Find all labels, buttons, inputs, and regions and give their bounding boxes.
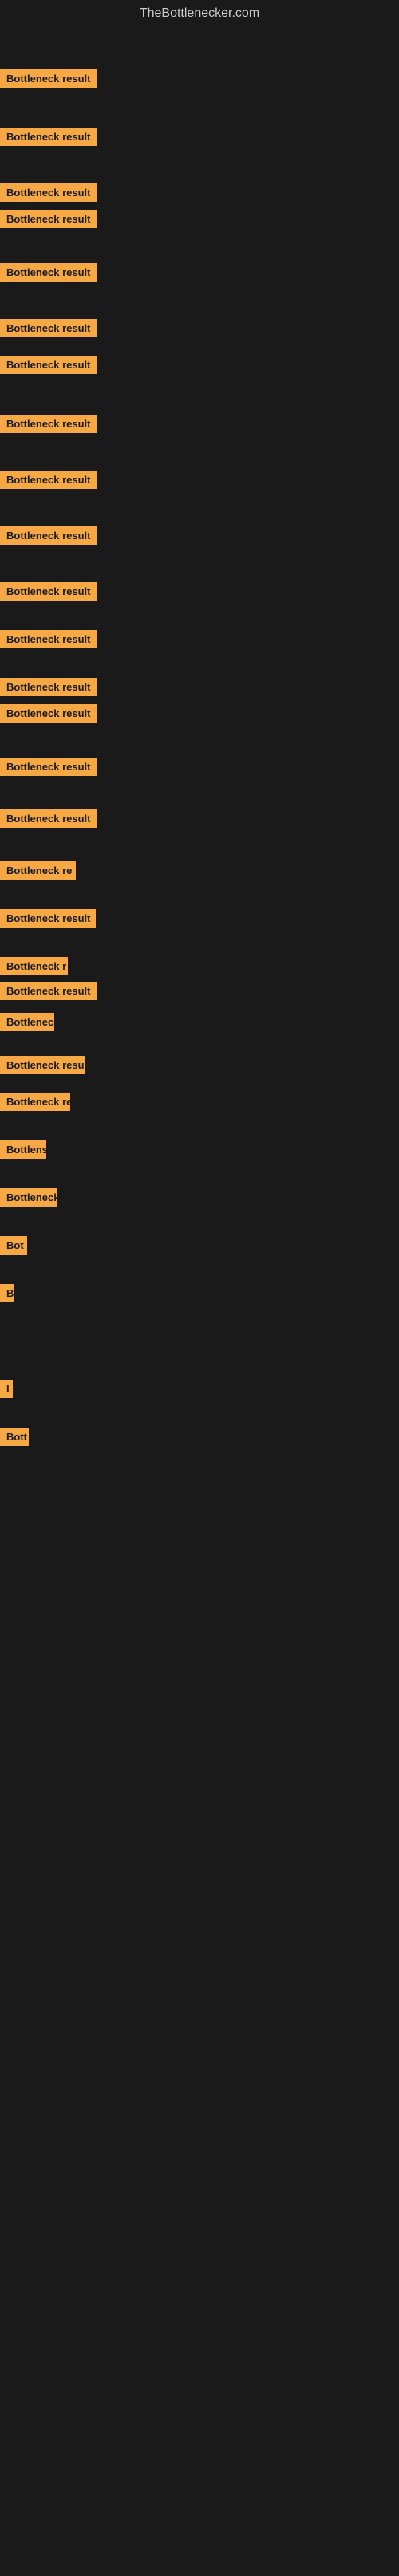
bottleneck-result-label: Bottleneck result [0,415,97,433]
bottleneck-result-item[interactable]: Bottleneck result [0,678,97,700]
bottleneck-result-item[interactable]: Bottleneck result [0,319,97,341]
bottleneck-result-item[interactable]: Bottleneck result [0,1056,85,1078]
bottleneck-result-label: B [0,1284,14,1302]
bottleneck-result-item[interactable]: Bottleneck result [0,471,97,493]
bottleneck-result-label: Bottleneck result [0,210,97,228]
bottleneck-result-item[interactable]: Bottleneck re [0,861,76,884]
bottleneck-result-label: Bottleneck re [0,1093,70,1111]
bottleneck-result-item[interactable]: Bottleneck result [0,909,96,932]
bottleneck-result-item[interactable]: Bottleneck r [0,957,68,979]
bottleneck-result-label: Bott [0,1428,29,1446]
bottleneck-result-label: Bottleneck result [0,526,97,545]
bottleneck-result-label: Bottleneck result [0,809,97,828]
bottleneck-result-item[interactable]: Bottleneck re [0,1093,70,1115]
bottleneck-result-item[interactable]: Bottleneck result [0,704,97,727]
bottleneck-result-item[interactable]: Bottleneck [0,1188,57,1211]
bottleneck-result-item[interactable]: Bottleneck result [0,356,97,378]
bottleneck-result-label: Bottleneck r [0,957,68,975]
bottleneck-result-label: Bottleneck result [0,982,97,1000]
bottleneck-result-label: Bottleneck result [0,630,97,648]
bottleneck-result-label: Bottleneck result [0,582,97,601]
bottleneck-result-item[interactable]: Bottleneck result [0,263,97,286]
bottleneck-result-item[interactable]: Bottlenec [0,1013,54,1035]
bottleneck-result-label: Bottleneck result [0,69,97,88]
bottleneck-result-item[interactable]: Bottlens [0,1140,46,1163]
bottleneck-result-item[interactable]: Bottleneck result [0,809,97,832]
bottleneck-result-label: Bottleneck re [0,861,76,880]
bottleneck-result-item[interactable]: Bottleneck result [0,526,97,549]
bottleneck-result-label: Bottleneck result [0,263,97,282]
bottleneck-result-item[interactable]: I [0,1380,13,1402]
bottleneck-result-label: Bottleneck result [0,1056,85,1074]
bottleneck-result-label: Bottleneck result [0,758,97,776]
bottleneck-result-item[interactable]: Bottleneck result [0,128,97,150]
bottleneck-result-item[interactable]: Bottleneck result [0,758,97,780]
bottleneck-result-item[interactable]: Bottleneck result [0,630,97,652]
bottleneck-result-label: Bottleneck result [0,128,97,146]
bottleneck-result-label: Bottleneck result [0,471,97,489]
bottleneck-result-label: Bottlenec [0,1013,54,1031]
bottleneck-result-item[interactable]: Bottleneck result [0,210,97,232]
bottleneck-result-label: Bot [0,1236,27,1255]
bottleneck-result-item[interactable]: B [0,1284,14,1306]
bottleneck-result-label: I [0,1380,13,1398]
bottleneck-result-item[interactable]: Bot [0,1236,27,1258]
bottleneck-result-item[interactable]: Bottleneck result [0,582,97,605]
bottleneck-result-label: Bottleneck result [0,704,97,723]
bottleneck-result-label: Bottlens [0,1140,46,1159]
bottleneck-result-item[interactable]: Bottleneck result [0,183,97,206]
bottleneck-result-label: Bottleneck result [0,183,97,202]
bottleneck-result-item[interactable]: Bottleneck result [0,69,97,92]
bottleneck-result-label: Bottleneck result [0,678,97,696]
bottleneck-result-item[interactable]: Bottleneck result [0,982,97,1004]
bottleneck-result-label: Bottleneck [0,1188,57,1207]
bottleneck-result-item[interactable]: Bottleneck result [0,415,97,437]
bottleneck-result-label: Bottleneck result [0,356,97,374]
bottleneck-result-label: Bottleneck result [0,909,96,928]
bottleneck-result-item[interactable]: Bott [0,1428,29,1450]
site-title: TheBottlenecker.com [0,0,399,24]
bottleneck-result-label: Bottleneck result [0,319,97,337]
